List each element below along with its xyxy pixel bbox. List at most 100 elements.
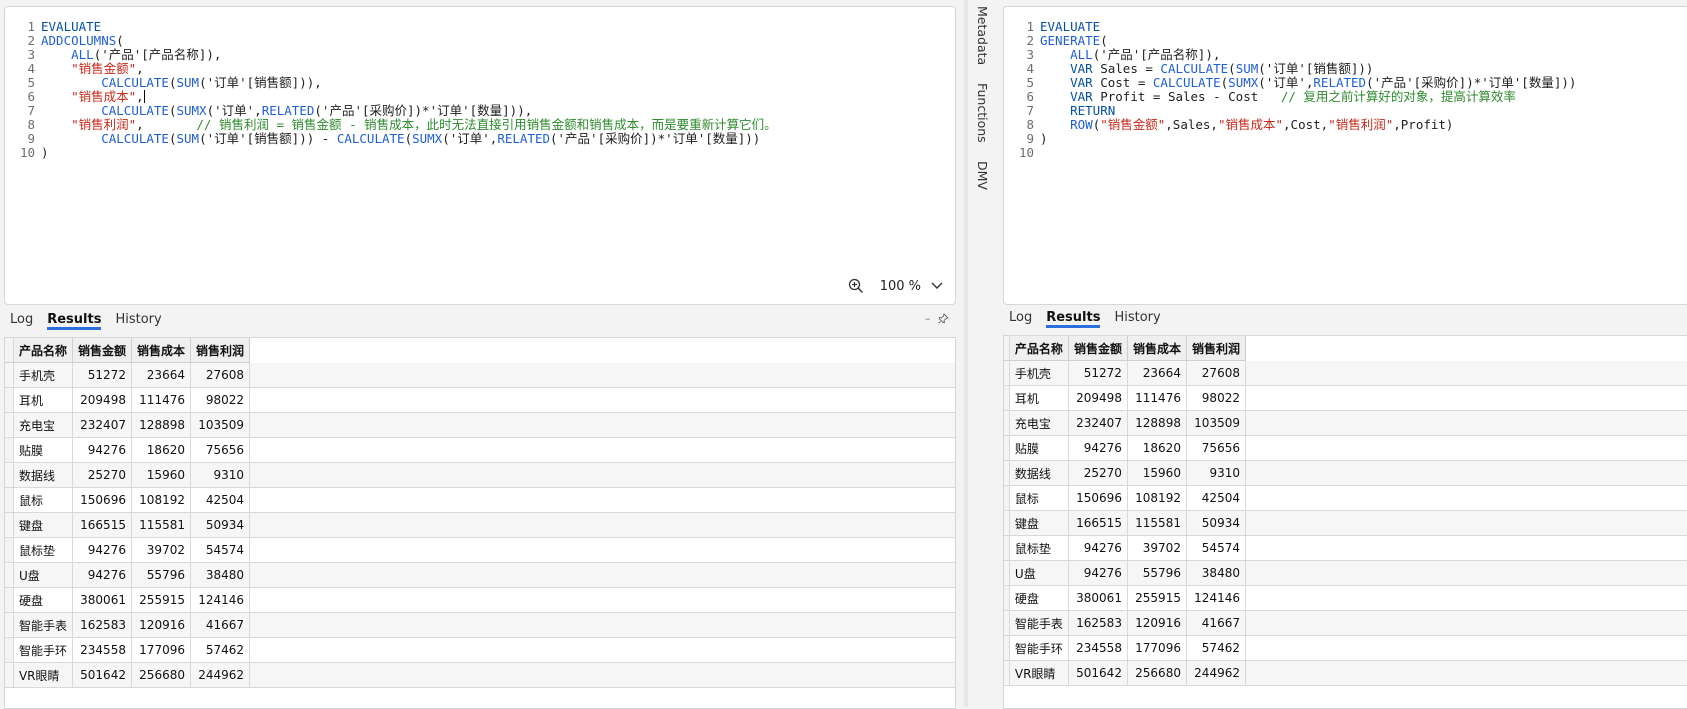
table-cell[interactable]: 15960 xyxy=(1127,460,1187,486)
table-cell[interactable]: 75656 xyxy=(190,437,251,463)
table-row[interactable]: 鼠标垫 94276 39702 54574 xyxy=(1004,535,1687,561)
tab-metadata[interactable]: Metadata xyxy=(975,6,990,65)
table-row[interactable]: 数据线 25270 15960 9310 xyxy=(1004,460,1687,486)
table-row[interactable]: U盘 94276 55796 38480 xyxy=(1004,560,1687,586)
table-cell[interactable]: 39702 xyxy=(131,537,191,563)
table-cell[interactable]: 充电宝 xyxy=(13,412,73,438)
table-cell[interactable]: 贴膜 xyxy=(13,437,73,463)
row-header[interactable] xyxy=(5,637,14,663)
code-line[interactable]: 4 VAR Sales = CALCULATE(SUM('订单'[销售额])) xyxy=(1004,62,1576,76)
table-cell[interactable]: 鼠标垫 xyxy=(13,537,73,563)
row-header[interactable] xyxy=(5,512,14,538)
table-cell[interactable]: 115581 xyxy=(131,512,191,538)
table-cell[interactable]: U盘 xyxy=(1009,560,1069,586)
code-line[interactable]: 3 ALL('产品'[产品名称]), xyxy=(5,48,777,62)
table-row[interactable]: 鼠标 150696 108192 42504 xyxy=(5,487,955,513)
table-row[interactable]: VR眼睛 501642 256680 244962 xyxy=(1004,660,1687,686)
column-header[interactable]: 销售金额 xyxy=(72,338,132,363)
code-line[interactable]: 2 ADDCOLUMNS( xyxy=(5,34,777,48)
column-header[interactable]: 销售成本 xyxy=(131,338,191,363)
table-cell[interactable]: 鼠标垫 xyxy=(1009,535,1069,561)
tab-history[interactable]: History xyxy=(1114,310,1160,328)
table-cell[interactable]: 162583 xyxy=(1068,610,1128,636)
table-cell[interactable]: 23664 xyxy=(1127,360,1187,386)
table-cell[interactable]: 25270 xyxy=(72,462,132,488)
tab-results[interactable]: Results xyxy=(1046,310,1101,328)
left-results-grid[interactable]: 产品名称 销售金额 销售成本 销售利润 手机壳 51272 23664 27608 耳机 2094… xyxy=(4,337,956,709)
table-cell[interactable]: 18620 xyxy=(131,437,191,463)
table-cell[interactable]: 234558 xyxy=(72,637,132,663)
table-row[interactable]: 耳机 209498 111476 98022 xyxy=(1004,385,1687,411)
table-row[interactable]: 鼠标垫 94276 39702 54574 xyxy=(5,537,955,563)
pane-splitter[interactable] xyxy=(964,0,968,707)
table-cell[interactable]: 手机壳 xyxy=(13,362,73,388)
table-row[interactable]: 手机壳 51272 23664 27608 xyxy=(5,362,955,388)
code-line[interactable]: 6 VAR Profit = Sales - Cost // 复用之前计算好的对… xyxy=(1004,90,1576,104)
table-cell[interactable]: 耳机 xyxy=(13,387,73,413)
tab-log[interactable]: Log xyxy=(10,312,33,330)
table-cell[interactable]: 41667 xyxy=(190,612,251,638)
table-cell[interactable]: 42504 xyxy=(190,487,251,513)
right-code-lines[interactable]: 1 EVALUATE 2 GENERATE(3 ALL('产品'[产品名称]), 4 V… xyxy=(1004,20,1576,160)
table-cell[interactable]: 120916 xyxy=(1127,610,1187,636)
table-cell[interactable]: 108192 xyxy=(1127,485,1187,511)
table-cell[interactable]: 124146 xyxy=(1186,585,1246,611)
table-cell[interactable]: 贴膜 xyxy=(1009,435,1069,461)
table-cell[interactable]: 166515 xyxy=(72,512,132,538)
row-header[interactable] xyxy=(5,612,14,638)
table-cell[interactable]: U盘 xyxy=(13,562,73,588)
table-cell[interactable]: 380061 xyxy=(72,587,132,613)
table-cell[interactable]: 120916 xyxy=(131,612,191,638)
table-row[interactable]: U盘 94276 55796 38480 xyxy=(5,562,955,588)
table-cell[interactable]: 39702 xyxy=(1127,535,1187,561)
table-cell[interactable]: 94276 xyxy=(72,437,132,463)
table-row[interactable]: 智能手表 162583 120916 41667 xyxy=(1004,610,1687,636)
column-header[interactable]: 产品名称 xyxy=(1009,336,1069,361)
row-header[interactable] xyxy=(5,437,14,463)
table-cell[interactable]: 232407 xyxy=(72,412,132,438)
collapse-pane-button[interactable]: – xyxy=(925,312,931,325)
tab-functions[interactable]: Functions xyxy=(975,83,990,143)
right-code-editor[interactable]: 1 EVALUATE 2 GENERATE(3 ALL('产品'[产品名称]), 4 V… xyxy=(1003,6,1687,305)
table-cell[interactable]: 18620 xyxy=(1127,435,1187,461)
table-cell[interactable]: 55796 xyxy=(1127,560,1187,586)
column-header[interactable]: 产品名称 xyxy=(13,338,73,363)
table-row[interactable]: 键盘 166515 115581 50934 xyxy=(1004,510,1687,536)
table-cell[interactable]: 94276 xyxy=(72,562,132,588)
table-cell[interactable]: 手机壳 xyxy=(1009,360,1069,386)
left-code-lines[interactable]: 1 EVALUATE 2 ADDCOLUMNS(3 ALL('产品'[产品名称]), 4… xyxy=(5,20,777,160)
row-header[interactable] xyxy=(5,412,14,438)
table-row[interactable]: 耳机 209498 111476 98022 xyxy=(5,387,955,413)
code-line[interactable]: 3 ALL('产品'[产品名称]), xyxy=(1004,48,1576,62)
table-cell[interactable]: 9310 xyxy=(190,462,251,488)
table-cell[interactable]: 智能手环 xyxy=(1009,635,1069,661)
table-cell[interactable]: 177096 xyxy=(131,637,191,663)
tab-results[interactable]: Results xyxy=(47,312,102,330)
table-cell[interactable]: 128898 xyxy=(131,412,191,438)
table-cell[interactable]: 硬盘 xyxy=(13,587,73,613)
row-header[interactable] xyxy=(5,537,14,563)
left-code-editor[interactable]: 1 EVALUATE 2 ADDCOLUMNS(3 ALL('产品'[产品名称]), 4… xyxy=(4,6,956,305)
row-header[interactable] xyxy=(5,362,14,388)
table-cell[interactable]: 108192 xyxy=(131,487,191,513)
table-cell[interactable]: 智能手表 xyxy=(13,612,73,638)
table-cell[interactable]: 128898 xyxy=(1127,410,1187,436)
table-cell[interactable]: 98022 xyxy=(190,387,251,413)
table-cell[interactable]: 209498 xyxy=(72,387,132,413)
code-line[interactable]: 7 RETURN xyxy=(1004,104,1576,118)
table-cell[interactable]: 111476 xyxy=(131,387,191,413)
table-cell[interactable]: 103509 xyxy=(190,412,251,438)
table-row[interactable]: 充电宝 232407 128898 103509 xyxy=(1004,410,1687,436)
table-row[interactable]: VR眼睛 501642 256680 244962 xyxy=(5,662,955,688)
table-cell[interactable]: 充电宝 xyxy=(1009,410,1069,436)
table-cell[interactable]: 42504 xyxy=(1186,485,1246,511)
column-header[interactable]: 销售利润 xyxy=(1186,336,1246,361)
table-cell[interactable]: 232407 xyxy=(1068,410,1128,436)
table-cell[interactable]: 256680 xyxy=(131,662,191,688)
right-results-grid[interactable]: 产品名称 销售金额 销售成本 销售利润 手机壳 51272 23664 27608 耳机 2094… xyxy=(1003,335,1687,709)
table-cell[interactable]: 硬盘 xyxy=(1009,585,1069,611)
table-cell[interactable]: 57462 xyxy=(190,637,251,663)
row-header[interactable] xyxy=(5,662,14,688)
table-row[interactable]: 智能手表 162583 120916 41667 xyxy=(5,612,955,638)
table-cell[interactable]: 27608 xyxy=(190,362,251,388)
